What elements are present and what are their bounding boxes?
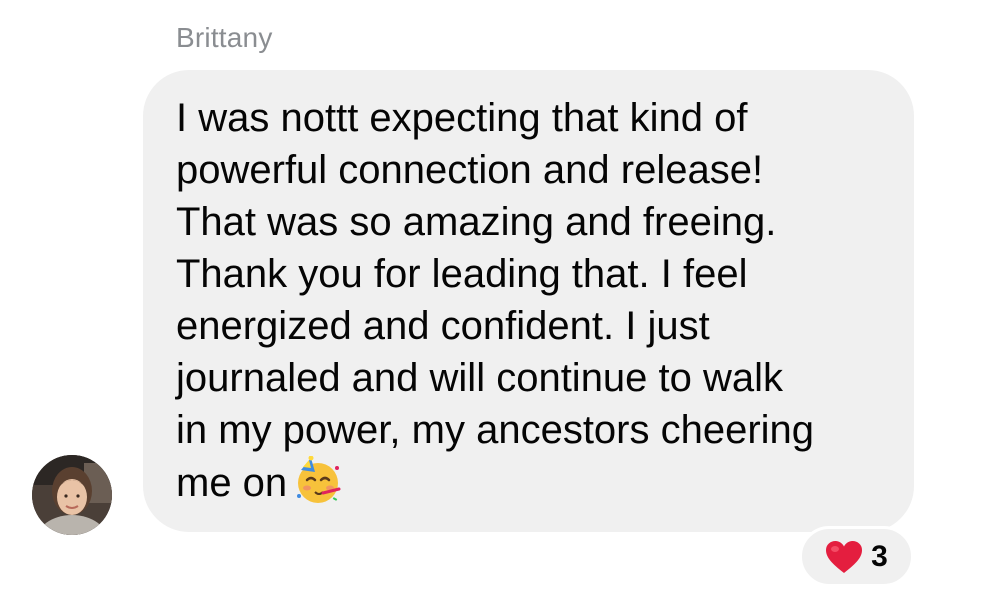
sender-name[interactable]: Brittany	[176, 22, 273, 54]
profile-photo-icon	[32, 455, 112, 535]
message-bubble[interactable]: I was nottt expecting that kind of power…	[143, 70, 914, 532]
red-heart-icon	[826, 540, 863, 573]
message-body: I was nottt expecting that kind of power…	[176, 96, 815, 505]
reaction-count: 3	[871, 539, 888, 573]
avatar[interactable]	[32, 455, 112, 535]
message-text: I was nottt expecting that kind of power…	[176, 92, 884, 509]
reaction-badge[interactable]: 3	[799, 526, 914, 587]
partying-face-icon	[297, 456, 341, 503]
